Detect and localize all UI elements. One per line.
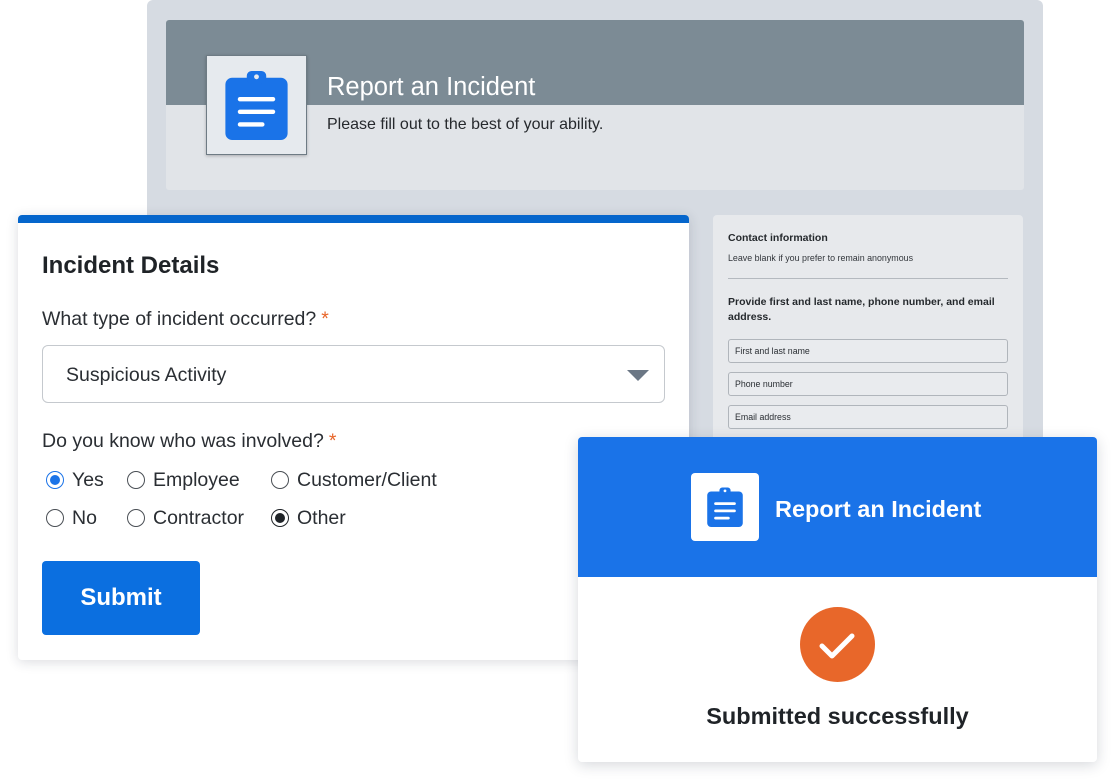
- radio-button[interactable]: [271, 471, 289, 489]
- clipboard-icon: [225, 70, 288, 140]
- radio-button[interactable]: [271, 509, 289, 527]
- form-title: Report an Incident: [327, 73, 536, 101]
- confirmation-title: Report an Incident: [775, 496, 982, 522]
- success-message: Submitted successfully: [706, 703, 969, 729]
- required-asterisk: *: [321, 308, 329, 330]
- incident-type-value: Suspicious Activity: [66, 364, 227, 386]
- email-field[interactable]: [728, 405, 1008, 429]
- phone-field[interactable]: [728, 372, 1008, 396]
- clipboard-icon: [707, 487, 743, 527]
- required-asterisk: *: [328, 430, 337, 452]
- radio-label: Yes: [72, 469, 104, 491]
- radio-button[interactable]: [46, 509, 64, 527]
- radio-button[interactable]: [46, 471, 64, 489]
- radio-label: Other: [297, 507, 346, 529]
- incident-type-select[interactable]: Suspicious Activity: [42, 345, 665, 403]
- form-header: Report an Incident Please fill out to th…: [166, 20, 1024, 190]
- card-accent-bar: [18, 215, 689, 223]
- radio-label: No: [72, 507, 97, 529]
- submission-confirmation-card: Report an Incident Submitted successfull…: [578, 437, 1097, 762]
- form-logo: [691, 473, 759, 541]
- success-badge: [800, 607, 875, 682]
- radio-label: Customer/Client: [297, 469, 437, 491]
- contact-section: Contact information Leave blank if you p…: [713, 215, 1023, 442]
- divider: [728, 278, 1008, 279]
- contact-hint: Leave blank if you prefer to remain anon…: [728, 253, 914, 263]
- incident-type-label: What type of incident occurred? *: [42, 307, 329, 331]
- card-heading: Incident Details: [42, 252, 220, 279]
- contact-heading: Contact information: [728, 232, 828, 244]
- contact-prompt: Provide first and last name, phone numbe…: [728, 296, 995, 323]
- radio-label: Contractor: [153, 507, 245, 529]
- involved-label: Do you know who was involved? *: [42, 429, 336, 453]
- form-subtitle: Please fill out to the best of your abil…: [327, 116, 604, 133]
- incident-type-question: What type of incident occurred?: [42, 308, 317, 330]
- radio-button[interactable]: [127, 509, 145, 527]
- form-logo: [206, 55, 307, 155]
- name-field[interactable]: [728, 339, 1008, 363]
- involved-question: Do you know who was involved?: [42, 430, 324, 452]
- checkmark-icon: [819, 633, 855, 659]
- radio-button[interactable]: [127, 471, 145, 489]
- radio-label: Employee: [153, 469, 240, 491]
- submit-button[interactable]: Submit: [42, 561, 200, 635]
- confirmation-header: Report an Incident: [578, 437, 1097, 577]
- caret-down-icon[interactable]: [627, 370, 649, 381]
